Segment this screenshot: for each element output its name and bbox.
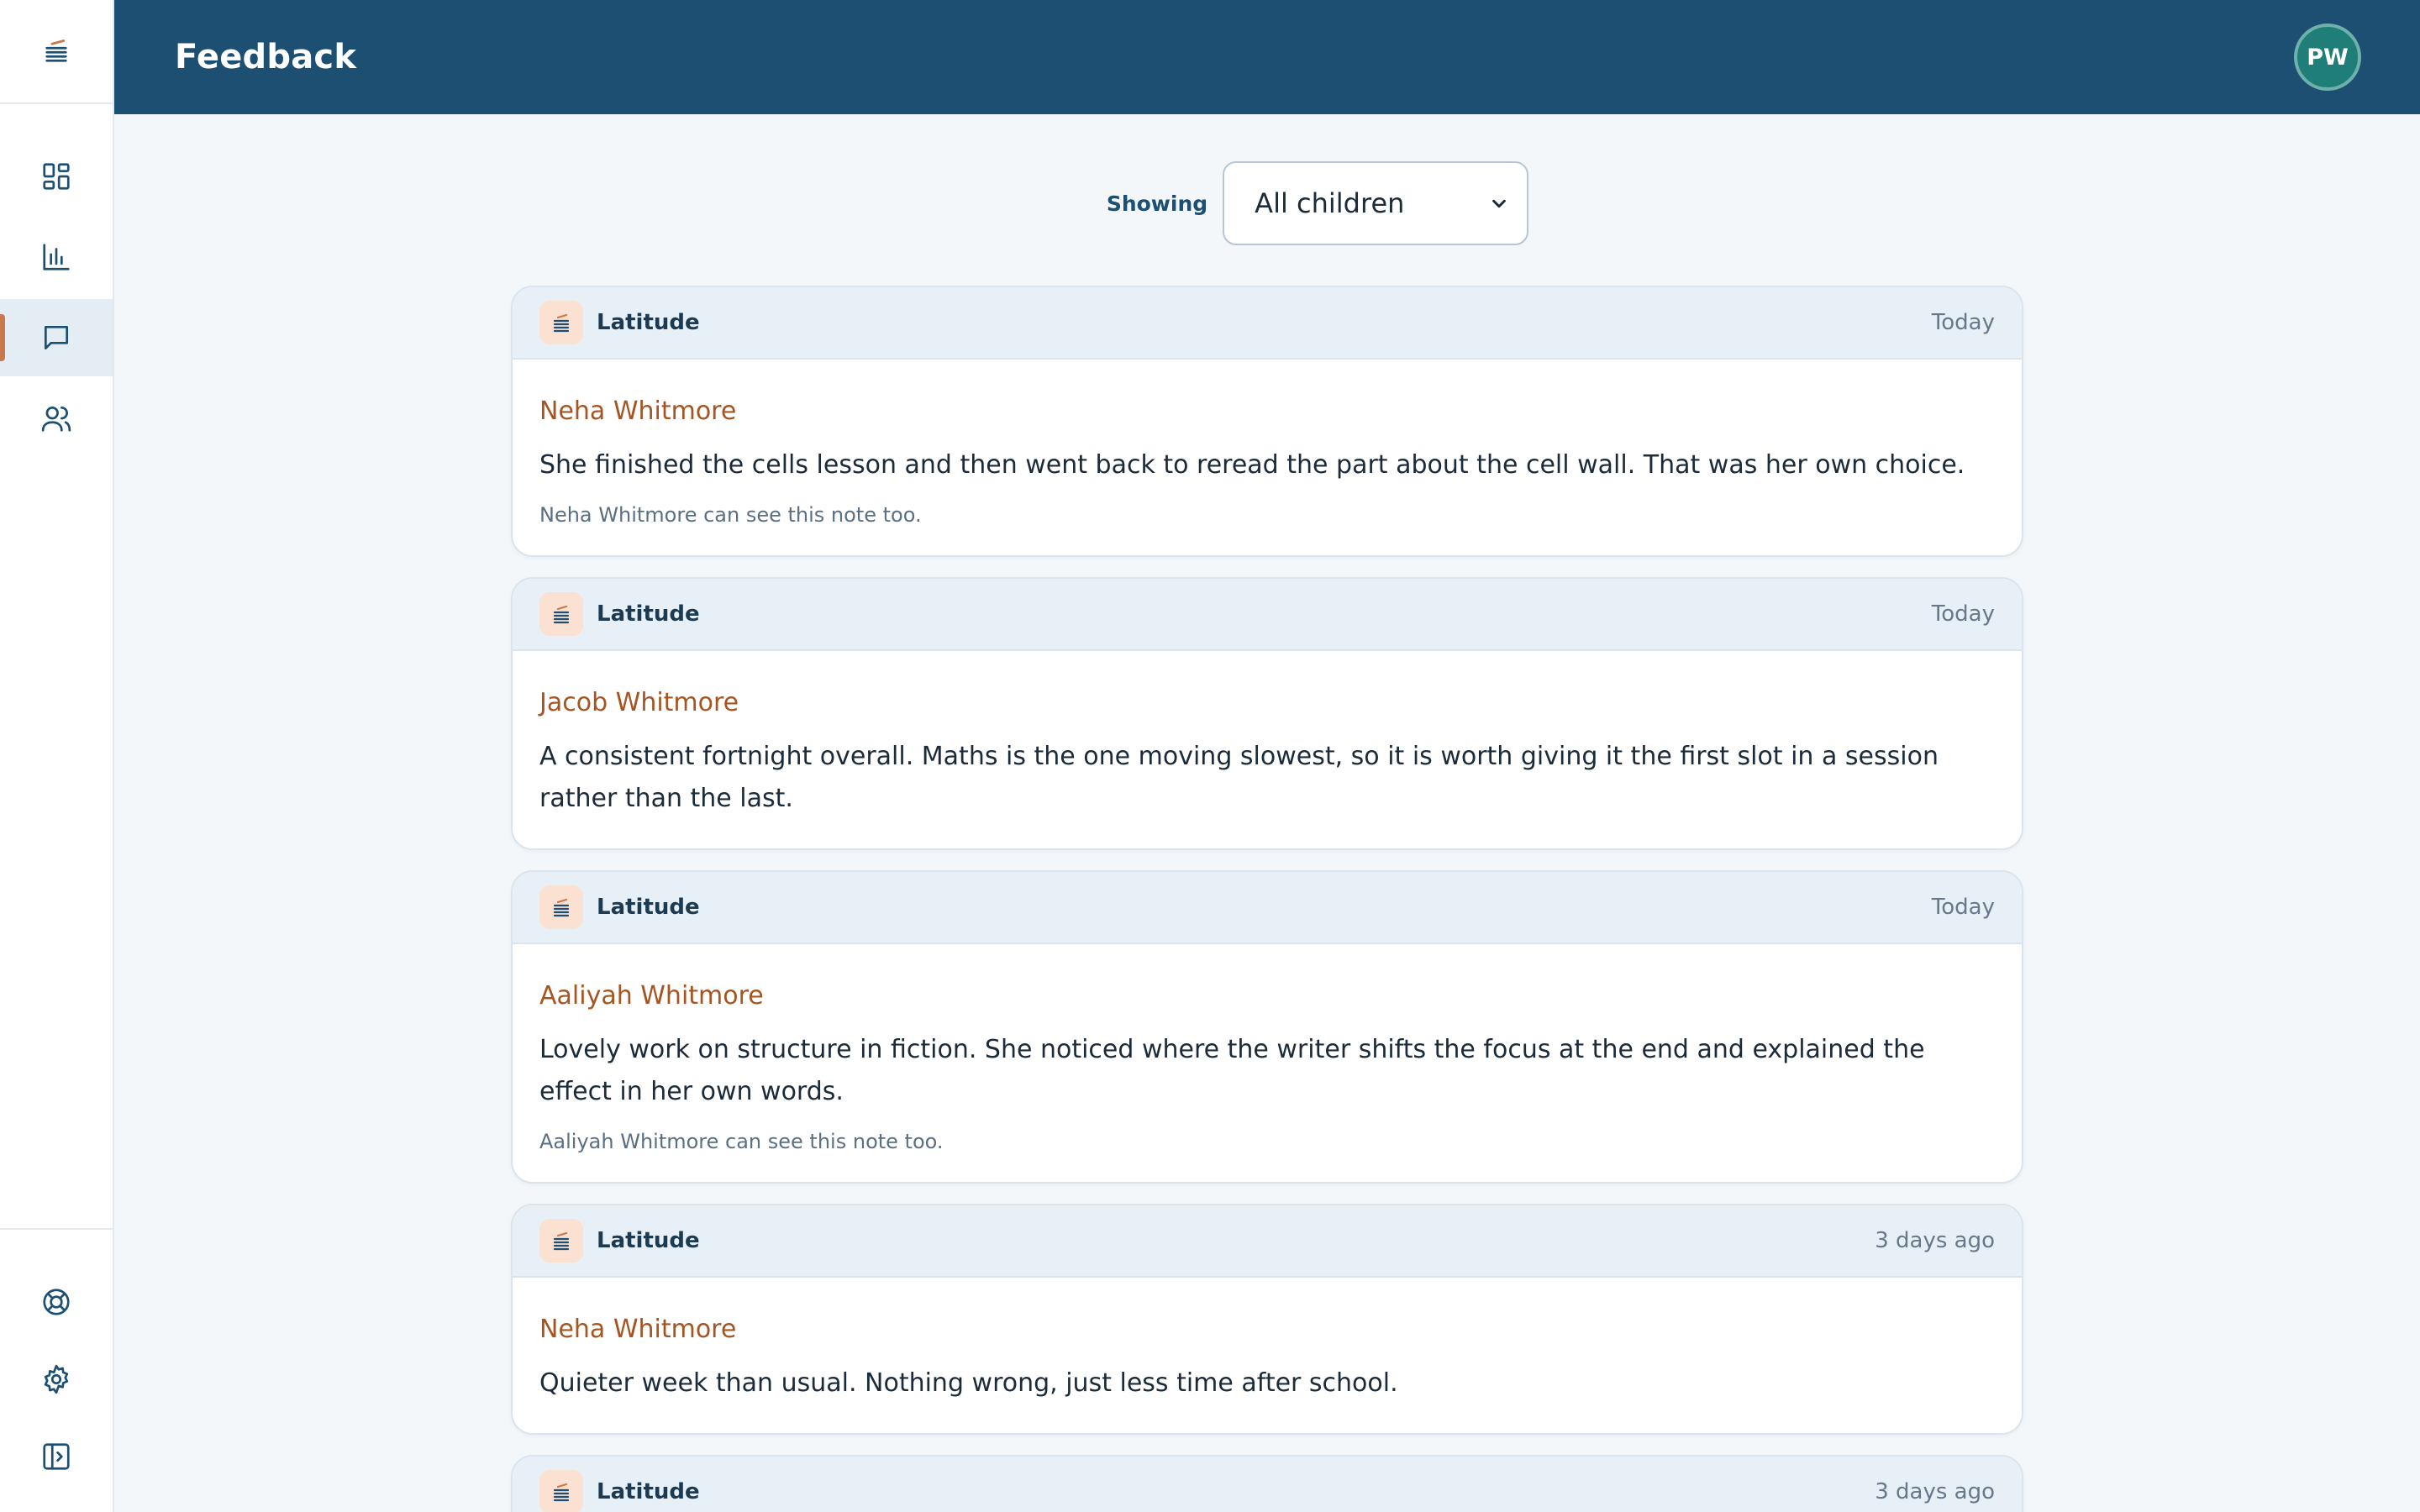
latitude-source-icon <box>539 1470 583 1512</box>
feedback-card: Latitude 3 days ago <box>511 1455 2023 1512</box>
avatar[interactable]: PW <box>2294 24 2361 91</box>
feedback-feed: Latitude Today Neha Whitmore She finishe… <box>511 286 2023 1512</box>
sidebar-bottom <box>0 1228 113 1512</box>
card-header: Latitude Today <box>513 872 2022 944</box>
sidebar-logo[interactable] <box>0 0 113 104</box>
feedback-card: Latitude Today Aaliyah Whitmore Lovely w… <box>511 870 2023 1184</box>
card-body: Aaliyah Whitmore Lovely work on structur… <box>513 944 2022 1182</box>
feedback-text: She finished the cells lesson and then w… <box>539 450 1965 480</box>
timestamp: Today <box>1931 601 1995 627</box>
chevron-down-icon <box>1490 194 1508 213</box>
page-title: Feedback <box>175 38 357 76</box>
feedback-text: Lovely work on structure in fiction. She… <box>539 1035 1925 1106</box>
child-name: Neha Whitmore <box>539 1315 737 1344</box>
source-name: Latitude <box>597 601 700 627</box>
latitude-source-icon <box>539 1219 583 1263</box>
source-name: Latitude <box>597 310 700 335</box>
sidebar-item-progress[interactable] <box>0 218 113 296</box>
latitude-source-icon <box>539 301 583 344</box>
child-filter: Showing All children <box>114 161 2420 245</box>
timestamp: Today <box>1931 310 1995 335</box>
timestamp: Today <box>1931 895 1995 920</box>
feedback-text: A consistent fortnight overall. Maths is… <box>539 742 1939 813</box>
sidebar-item-help[interactable] <box>0 1263 113 1341</box>
feedback-card: Latitude Today Jacob Whitmore A consiste… <box>511 577 2023 850</box>
users-icon <box>40 402 72 434</box>
bar-chart-icon <box>40 241 72 273</box>
lifebuoy-icon <box>40 1286 72 1318</box>
feedback-text: Quieter week than usual. Nothing wrong, … <box>539 1368 1398 1398</box>
sidebar <box>0 0 114 1512</box>
child-select[interactable]: All children <box>1223 161 1529 245</box>
top-bar: Feedback PW <box>114 0 2420 114</box>
card-body: Jacob Whitmore A consistent fortnight ov… <box>513 651 2022 848</box>
source-name: Latitude <box>597 1228 700 1253</box>
sidebar-item-feedback[interactable] <box>0 299 113 376</box>
feedback-card: Latitude Today Neha Whitmore She finishe… <box>511 286 2023 557</box>
latitude-source-icon <box>539 592 583 636</box>
child-name: Aaliyah Whitmore <box>539 981 764 1011</box>
card-header: Latitude Today <box>513 579 2022 651</box>
child-name: Jacob Whitmore <box>539 688 739 717</box>
dashboard-icon <box>40 160 72 192</box>
feedback-card: Latitude 3 days ago Neha Whitmore Quiete… <box>511 1204 2023 1435</box>
sidebar-item-dashboard[interactable] <box>0 138 113 215</box>
latitude-source-icon <box>539 885 583 929</box>
timestamp: 3 days ago <box>1875 1479 1995 1504</box>
card-body: Neha Whitmore She finished the cells les… <box>513 360 2022 555</box>
child-select-value: All children <box>1255 187 1405 219</box>
card-header: Latitude 3 days ago <box>513 1205 2022 1278</box>
source-name: Latitude <box>597 895 700 920</box>
sidebar-nav <box>0 104 113 457</box>
sidebar-item-collapse[interactable] <box>0 1418 113 1495</box>
gear-icon <box>40 1363 72 1395</box>
sidebar-item-children[interactable] <box>0 380 113 457</box>
visibility-note: Aaliyah Whitmore can see this note too. <box>539 1130 944 1153</box>
sidebar-item-settings[interactable] <box>0 1341 113 1418</box>
source-name: Latitude <box>597 1479 700 1504</box>
visibility-note: Neha Whitmore can see this note too. <box>539 503 922 527</box>
card-body: Neha Whitmore Quieter week than usual. N… <box>513 1278 2022 1433</box>
filter-label: Showing <box>1106 191 1208 216</box>
timestamp: 3 days ago <box>1875 1228 1995 1253</box>
latitude-logo-icon <box>44 39 69 64</box>
card-header: Latitude 3 days ago <box>513 1457 2022 1512</box>
chat-icon <box>40 322 72 354</box>
sidebar-toggle-icon <box>40 1441 72 1473</box>
child-name: Neha Whitmore <box>539 396 737 426</box>
card-header: Latitude Today <box>513 287 2022 360</box>
main-content: Showing All children Latitude Today Neha… <box>114 114 2420 1512</box>
